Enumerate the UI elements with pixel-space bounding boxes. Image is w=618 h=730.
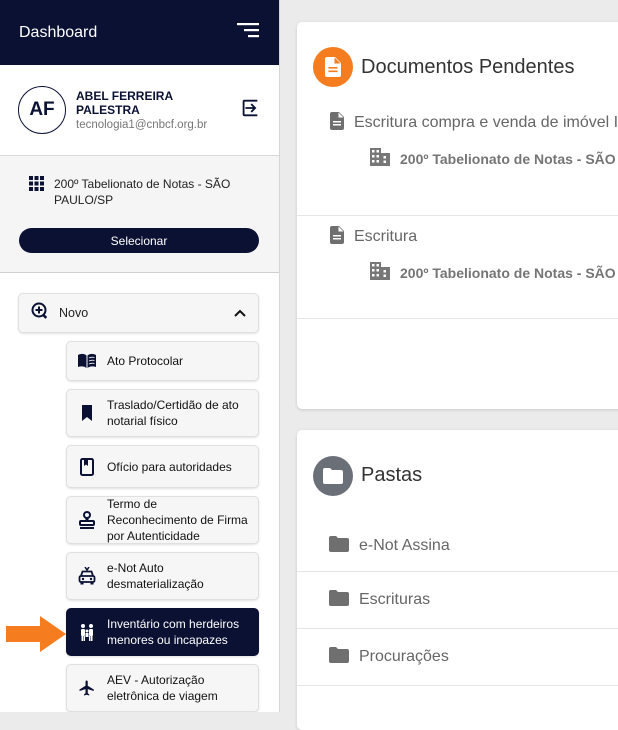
menu-item-aev[interactable]: AEV - Autorização eletrônica de viagem xyxy=(66,664,259,712)
building-icon xyxy=(370,262,390,283)
novo-label: Novo xyxy=(59,306,89,320)
folder-item[interactable]: Procurações xyxy=(297,629,618,686)
folder-circle-icon xyxy=(313,455,353,496)
airplane-icon xyxy=(77,679,97,697)
novo-menu-toggle[interactable]: Novo xyxy=(18,293,259,333)
menu-item-label: Termo de Reconhecimento de Firma por Aut… xyxy=(107,497,248,543)
folder-icon xyxy=(329,646,349,668)
highlight-arrow-icon xyxy=(6,616,66,652)
file-icon xyxy=(330,111,344,135)
office-panel: 200º Tabelionato de Notas - SÃO PAULO/SP… xyxy=(0,156,279,273)
book-icon xyxy=(77,457,97,476)
menu-item-oficio[interactable]: Ofício para autoridades xyxy=(66,445,259,488)
family-icon xyxy=(77,623,97,641)
menu-item-label: Inventário com herdeiros menores ou inca… xyxy=(107,617,240,647)
user-name: ABEL FERREIRA PALESTRA xyxy=(76,89,173,117)
document-icon xyxy=(313,47,353,87)
folder-item[interactable]: e-Not Assina xyxy=(297,521,618,572)
book-open-icon xyxy=(77,353,97,369)
document-office: 200º Tabelionato de Notas - SÃO xyxy=(400,150,616,167)
menu-item-label: e-Not Auto desmaterialização xyxy=(107,561,204,591)
folders-title: Pastas xyxy=(361,464,423,486)
user-panel: AF ABEL FERREIRA PALESTRA tecnologia1@cn… xyxy=(0,65,279,156)
user-email: tecnologia1@cnbcf.org.br xyxy=(76,119,208,131)
avatar: AF xyxy=(18,86,66,134)
folder-label: e-Not Assina xyxy=(359,537,450,554)
folder-item[interactable]: Escrituras xyxy=(297,572,618,629)
menu-item-enot-auto[interactable]: e-Not Auto desmaterialização xyxy=(66,552,259,600)
document-title: Escritura xyxy=(354,228,418,245)
folder-icon xyxy=(329,589,349,611)
pending-documents-card: Documentos Pendentes Escritura compra e … xyxy=(297,22,618,409)
menu-item-label: Ato Protocolar xyxy=(107,354,184,368)
sidebar-header: Dashboard xyxy=(0,0,279,65)
stamp-icon xyxy=(77,511,97,529)
select-office-button[interactable]: Selecionar xyxy=(19,228,259,253)
document-office: 200º Tabelionato de Notas - SÃO xyxy=(400,264,616,281)
folders-card: Pastas e-Not Assina Escrituras Procuraçõ… xyxy=(297,430,618,730)
document-title: Escritura compra e venda de imóvel I xyxy=(354,114,618,131)
document-item[interactable]: Escritura 200º Tabelionato de Notas - SÃ… xyxy=(297,216,618,319)
menu-item-label: Ofício para autoridades xyxy=(107,459,232,474)
menu-item-termo-reconhecimento[interactable]: Termo de Reconhecimento de Firma por Aut… xyxy=(66,496,259,544)
sidebar: Dashboard AF ABEL FERREIRA PALESTRA tecn… xyxy=(0,0,280,712)
folder-icon xyxy=(329,535,349,557)
car-icon xyxy=(77,567,97,585)
pending-documents-title: Documentos Pendentes xyxy=(361,55,575,78)
grid-icon xyxy=(29,176,44,196)
bookmark-icon xyxy=(77,405,97,421)
office-name: 200º Tabelionato de Notas - SÃO PAULO/SP xyxy=(54,177,231,207)
building-icon xyxy=(370,148,390,169)
app-title: Dashboard xyxy=(19,23,98,41)
menu-item-label: AEV - Autorização eletrônica de viagem xyxy=(107,673,218,703)
chevron-up-icon xyxy=(234,304,246,322)
menu-item-ato-protocolar[interactable]: Ato Protocolar xyxy=(66,341,259,381)
menu-item-inventario[interactable]: Inventário com herdeiros menores ou inca… xyxy=(66,608,259,656)
folder-label: Procurações xyxy=(359,648,449,665)
file-icon xyxy=(330,225,344,249)
menu-item-traslado[interactable]: Traslado/Certidão de ato notarial físico xyxy=(66,389,259,437)
logout-icon[interactable] xyxy=(239,97,261,124)
menu-item-label: Traslado/Certidão de ato notarial físico xyxy=(107,398,239,428)
folder-label: Escrituras xyxy=(359,591,431,608)
document-item[interactable]: Escritura compra e venda de imóvel I 200… xyxy=(297,111,618,216)
menu-toggle-icon[interactable] xyxy=(237,22,259,43)
add-circle-icon xyxy=(31,302,49,325)
